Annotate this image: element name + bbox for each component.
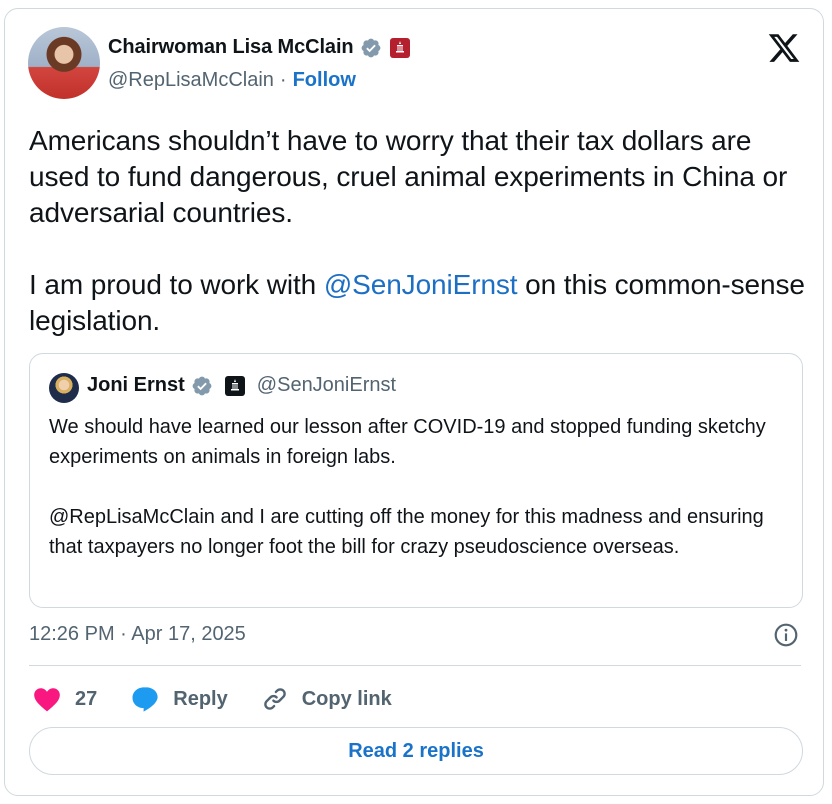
tweet-timestamp[interactable]: 12:26 PM · Apr 17, 2025 (29, 623, 246, 646)
quoted-verified-badge-icon (192, 376, 212, 395)
quoted-tweet-text: We should have learned our lesson after … (49, 416, 766, 558)
reply-button[interactable]: Reply (131, 686, 228, 712)
quoted-author-row: Joni Ernst @SenJoniErnst (87, 374, 396, 397)
tweet-mention-link[interactable]: @SenJoniErnst (324, 269, 518, 300)
reply-label: Reply (173, 687, 228, 710)
author-name-row: Chairwoman Lisa McClain (108, 36, 410, 59)
follow-button[interactable]: Follow (293, 69, 356, 92)
handle-separator: · (279, 69, 287, 91)
government-badge-icon (389, 37, 410, 58)
like-button[interactable]: 27 (33, 686, 97, 712)
divider (29, 665, 801, 666)
reply-bubble-icon (132, 687, 158, 712)
quoted-author-name[interactable]: Joni Ernst (87, 374, 185, 397)
tweet-text: Americans shouldn’t have to worry that t… (29, 123, 809, 339)
author-avatar[interactable] (28, 27, 100, 99)
quoted-author-avatar[interactable] (49, 373, 79, 403)
link-icon (263, 688, 286, 710)
heart-icon (34, 688, 60, 712)
read-replies-button[interactable]: Read 2 replies (29, 727, 803, 775)
author-handle-row: @RepLisaMcClain · Follow (108, 69, 356, 92)
like-count: 27 (75, 687, 98, 710)
verified-badge-icon (361, 38, 380, 57)
action-bar: 27 Reply Copy link (33, 681, 426, 717)
author-display-name[interactable]: Chairwoman Lisa McClain (108, 36, 354, 59)
x-logo-icon[interactable] (767, 31, 801, 65)
quoted-government-badge-icon (224, 375, 245, 396)
quoted-tweet[interactable]: Joni Ernst @SenJoniErnst We should have … (29, 353, 803, 608)
copy-link-label: Copy link (301, 687, 392, 710)
quoted-author-handle[interactable]: @SenJoniErnst (257, 374, 396, 397)
author-handle[interactable]: @RepLisaMcClain (108, 69, 274, 92)
copy-link-button[interactable]: Copy link (262, 686, 392, 712)
tweet-card[interactable]: Chairwoman Lisa McClain @RepLisaMcClain … (4, 8, 824, 796)
info-icon[interactable] (773, 622, 799, 648)
